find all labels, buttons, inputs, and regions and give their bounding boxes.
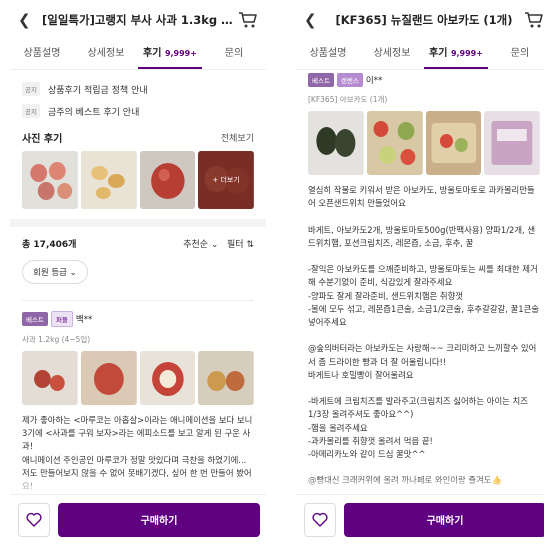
grade-badge: 퍼플: [50, 311, 73, 327]
tab-bar: 상품설명 상세정보 후기 9,999+ 문의: [10, 40, 266, 70]
product-title: [일일특가]고랭지 부사 사과 1.3kg (...: [42, 13, 238, 27]
header: ❮ [일일특가]고랭지 부사 사과 1.3kg (...: [10, 0, 266, 40]
filter-button[interactable]: 필터 ⇅: [227, 240, 254, 250]
buy-button[interactable]: 구매하기: [344, 502, 544, 537]
tab-label: 상세정보: [87, 48, 125, 59]
cart-icon[interactable]: [238, 11, 258, 29]
bottom-bar: 구매하기: [10, 494, 266, 544]
review-image[interactable]: [425, 111, 482, 175]
tab-label: 상세정보: [373, 48, 411, 59]
tab-label: 후기: [143, 48, 162, 59]
member-grade-filter[interactable]: 회원 등급 ⌄: [22, 260, 88, 284]
review-count: 9,999+: [164, 49, 197, 58]
total-review-count: 총 17,406개: [22, 240, 77, 250]
review-image[interactable]: [308, 111, 364, 175]
review-image[interactable]: [139, 351, 196, 405]
tab-label: 후기: [429, 48, 448, 59]
tab-inquiry[interactable]: 문의: [488, 40, 544, 69]
notice-tag: 공지: [22, 104, 40, 118]
heart-icon[interactable]: [18, 502, 50, 537]
right-screen: ❮ [KF365] 뉴질랜드 아보카도 (1개) 상품설명 상세정보 후기 9,…: [296, 0, 544, 544]
notice-row[interactable]: 공지 금주의 베스트 후기 안내: [10, 100, 266, 122]
grade-badge: 랜벤스: [336, 73, 363, 87]
review-count: 9,999+: [450, 49, 483, 58]
tab-bar: 상품설명 상세정보 후기 9,999+ 문의: [296, 40, 544, 70]
review-stats: 총 17,406개 추천순 ⌄ 필터 ⇅: [10, 227, 266, 254]
review-image[interactable]: [198, 351, 254, 405]
review-image[interactable]: [80, 351, 137, 405]
purchased-option: 사과 1.2kg (4~5입): [22, 335, 91, 344]
tab-label: 문의: [510, 48, 530, 59]
back-button[interactable]: ❮: [18, 11, 38, 29]
review-images: [308, 111, 540, 175]
notice-text: 금주의 베스트 후기 안내: [47, 107, 140, 118]
buy-button[interactable]: 구매하기: [58, 502, 260, 537]
review-image[interactable]: [22, 351, 78, 405]
purchased-option: [KF365] 아보카도 (1개): [308, 95, 388, 104]
fade-overlay: [296, 474, 544, 494]
tab-description[interactable]: 상품설명: [10, 40, 74, 69]
product-title: [KF365] 뉴질랜드 아보카도 (1개): [335, 13, 513, 27]
tab-label: 상품설명: [309, 48, 347, 59]
review-card: 베스트 랜벤스 이** [KF365] 아보카도 (1개) 열심히 작물로 키워…: [296, 70, 544, 488]
best-badge: 베스트: [308, 73, 334, 87]
review-badges: 베스트 퍼플 백**: [22, 311, 254, 327]
bottom-bar: 구매하기: [296, 494, 544, 544]
heart-icon[interactable]: [304, 502, 336, 537]
tab-reviews[interactable]: 후기 9,999+: [424, 40, 488, 69]
review-photo[interactable]: [22, 151, 78, 209]
best-badge: 베스트: [22, 312, 48, 326]
review-photo[interactable]: + 더보기: [198, 151, 254, 209]
notice-text: 상품후기 적립금 정책 안내: [47, 85, 148, 96]
more-photos-overlay[interactable]: + 더보기: [198, 151, 254, 209]
notice-row[interactable]: 공지 상품후기 적립금 정책 안내: [10, 78, 266, 100]
reviewer-name: 이**: [365, 76, 383, 86]
tab-details[interactable]: 상세정보: [74, 40, 138, 69]
notice-tag: 공지: [22, 82, 40, 96]
back-button[interactable]: ❮: [304, 11, 324, 29]
left-screen: ❮ [일일특가]고랭지 부사 사과 1.3kg (... 상품설명 상세정보 후…: [10, 0, 266, 544]
tab-label: 문의: [224, 48, 244, 59]
photo-review-strip: + 더보기: [10, 151, 266, 209]
cart-icon[interactable]: [524, 11, 544, 29]
photo-review-header: 사진 후기 전체보기: [10, 122, 266, 151]
tab-inquiry[interactable]: 문의: [202, 40, 266, 69]
tab-label: 상품설명: [23, 48, 61, 59]
review-image[interactable]: [484, 111, 540, 175]
view-all-link[interactable]: 전체보기: [221, 131, 254, 144]
fade-overlay: [10, 474, 266, 494]
review-text: 열심히 작물로 키워서 받은 아보카도, 방울토마토로 과카몰리만들어 오픈샌드…: [308, 185, 539, 485]
section-divider: [10, 219, 266, 227]
review-badges: 베스트 랜벤스 이**: [308, 73, 540, 87]
tab-details[interactable]: 상세정보: [360, 40, 424, 69]
photo-review-title: 사진 후기: [22, 134, 63, 145]
review-image[interactable]: [366, 111, 423, 175]
review-images: [22, 351, 254, 405]
tab-description[interactable]: 상품설명: [296, 40, 360, 69]
tab-reviews[interactable]: 후기 9,999+: [138, 40, 202, 69]
review-photo[interactable]: [139, 151, 196, 209]
review-photo[interactable]: [80, 151, 137, 209]
sort-dropdown[interactable]: 추천순 ⌄: [183, 240, 218, 250]
header: ❮ [KF365] 뉴질랜드 아보카도 (1개): [296, 0, 544, 40]
reviewer-name: 백**: [75, 315, 93, 325]
